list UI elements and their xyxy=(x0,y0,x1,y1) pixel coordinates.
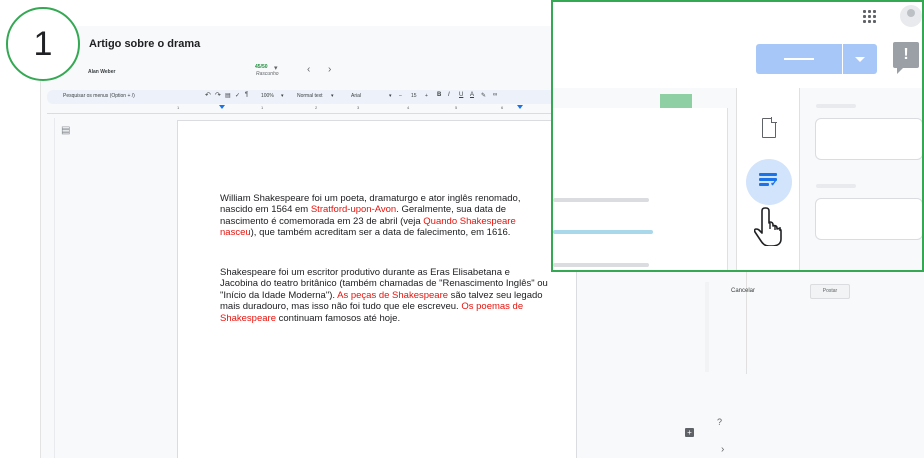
next-button[interactable]: › xyxy=(328,64,331,75)
indent-marker[interactable] xyxy=(219,105,225,109)
text-line xyxy=(553,198,649,202)
scrollbar[interactable] xyxy=(705,282,709,372)
hyperlink[interactable]: As peças de Shakespeare xyxy=(337,290,448,301)
indent-marker[interactable] xyxy=(517,105,523,109)
chevron-down-icon[interactable]: ▾ xyxy=(281,93,284,99)
chevron-down-icon[interactable]: ▾ xyxy=(331,93,334,99)
bold-button[interactable]: B xyxy=(437,92,441,98)
ruler-mark: 1 xyxy=(177,105,180,110)
italic-button[interactable]: I xyxy=(448,92,450,98)
previous-button[interactable]: ‹ xyxy=(307,64,310,75)
side-rail: ✓ xyxy=(736,88,800,270)
vertical-ruler[interactable] xyxy=(47,118,55,458)
increase-font-button[interactable]: + xyxy=(425,93,428,99)
zoom-inset: ! ✓ xyxy=(551,0,924,272)
undo-icon[interactable]: ↶ xyxy=(205,91,211,99)
font-size-input[interactable]: 15 xyxy=(411,93,417,99)
ruler-mark: 6 xyxy=(501,105,504,110)
document-icon[interactable] xyxy=(762,117,777,138)
text-color-button[interactable]: A xyxy=(470,92,474,98)
chevron-down-icon[interactable]: ▾ xyxy=(389,93,392,99)
link-icon[interactable]: ∞ xyxy=(493,92,497,98)
apps-grid-icon[interactable] xyxy=(863,10,877,24)
zoomed-page xyxy=(553,108,728,270)
zoom-header: ! xyxy=(553,2,922,88)
suggest-edits-icon: ✓ xyxy=(759,173,779,189)
share-dropdown-button[interactable] xyxy=(843,44,877,74)
ruler-mark: 3 xyxy=(357,105,360,110)
decrease-font-button[interactable]: – xyxy=(399,93,402,99)
hand-pointer-icon xyxy=(754,207,782,246)
cancel-button[interactable]: Cancelar xyxy=(731,288,755,294)
highlight-icon[interactable]: ✎ xyxy=(481,92,486,99)
help-icon[interactable]: ? xyxy=(717,417,722,427)
horizontal-ruler[interactable]: 1 1 2 3 4 5 6 xyxy=(47,104,587,114)
redo-icon[interactable]: ↷ xyxy=(215,91,221,99)
comment-field[interactable] xyxy=(815,118,922,160)
underline-button[interactable]: U xyxy=(459,92,463,98)
paragraph-2[interactable]: Shakespeare foi um escritor produtivo du… xyxy=(220,267,550,324)
paint-format-icon[interactable]: ¶ xyxy=(245,92,248,98)
paragraph-text: continuam famosos até hoje. xyxy=(275,312,401,324)
font-select[interactable]: Arial xyxy=(351,93,361,99)
feedback-icon[interactable]: ! xyxy=(893,42,919,74)
ruler-mark: 5 xyxy=(455,105,458,110)
comment-field[interactable] xyxy=(815,198,922,240)
text-line xyxy=(553,263,649,267)
word-count: 45/50 xyxy=(255,64,268,70)
chevron-down-icon[interactable]: ▾ xyxy=(274,64,278,72)
account-icon[interactable] xyxy=(900,5,922,27)
document-title[interactable]: Artigo sobre o drama xyxy=(89,38,200,50)
zoom-select[interactable]: 100% xyxy=(261,93,274,99)
step-number-badge: 1 xyxy=(6,7,80,81)
ruler-mark: 4 xyxy=(407,105,410,110)
paragraph-text: ), que também acreditam ser a data de fa… xyxy=(250,227,511,239)
spellcheck-icon[interactable]: ✓ xyxy=(235,92,240,99)
menu-search[interactable]: Pesquisar os menus (Option + /) xyxy=(63,93,135,99)
style-select[interactable]: Normal text xyxy=(297,93,323,99)
print-icon[interactable]: ▤ xyxy=(225,92,231,99)
toolbar: Pesquisar os menus (Option + /) ↶ ↷ ▤ ✓ … xyxy=(47,90,587,104)
ruler-mark: 1 xyxy=(261,105,264,110)
share-button[interactable] xyxy=(756,44,842,74)
screenshot-stage: Artigo sobre o drama Alan Weber 45/50 Ra… xyxy=(0,0,924,458)
add-comment-icon[interactable]: + xyxy=(685,428,694,437)
label-placeholder xyxy=(816,184,856,188)
selected-text-line xyxy=(553,230,653,234)
suggest-edits-button[interactable]: ✓ xyxy=(746,159,792,205)
hyperlink[interactable]: Stratford-upon-Avon xyxy=(311,204,396,215)
outline-icon[interactable]: ▤ xyxy=(61,126,73,136)
chevron-right-icon[interactable]: › xyxy=(721,444,724,455)
post-button[interactable]: Postar xyxy=(810,284,850,299)
paragraph-1[interactable]: William Shakespeare foi um poeta, dramat… xyxy=(220,193,550,239)
label-placeholder xyxy=(816,104,856,108)
ruler-mark: 2 xyxy=(315,105,318,110)
document-page[interactable]: William Shakespeare foi um poeta, dramat… xyxy=(177,120,577,458)
zoomed-document xyxy=(553,88,736,270)
author-name: Alan Weber xyxy=(88,69,116,75)
comment-form-zoom xyxy=(800,88,922,270)
